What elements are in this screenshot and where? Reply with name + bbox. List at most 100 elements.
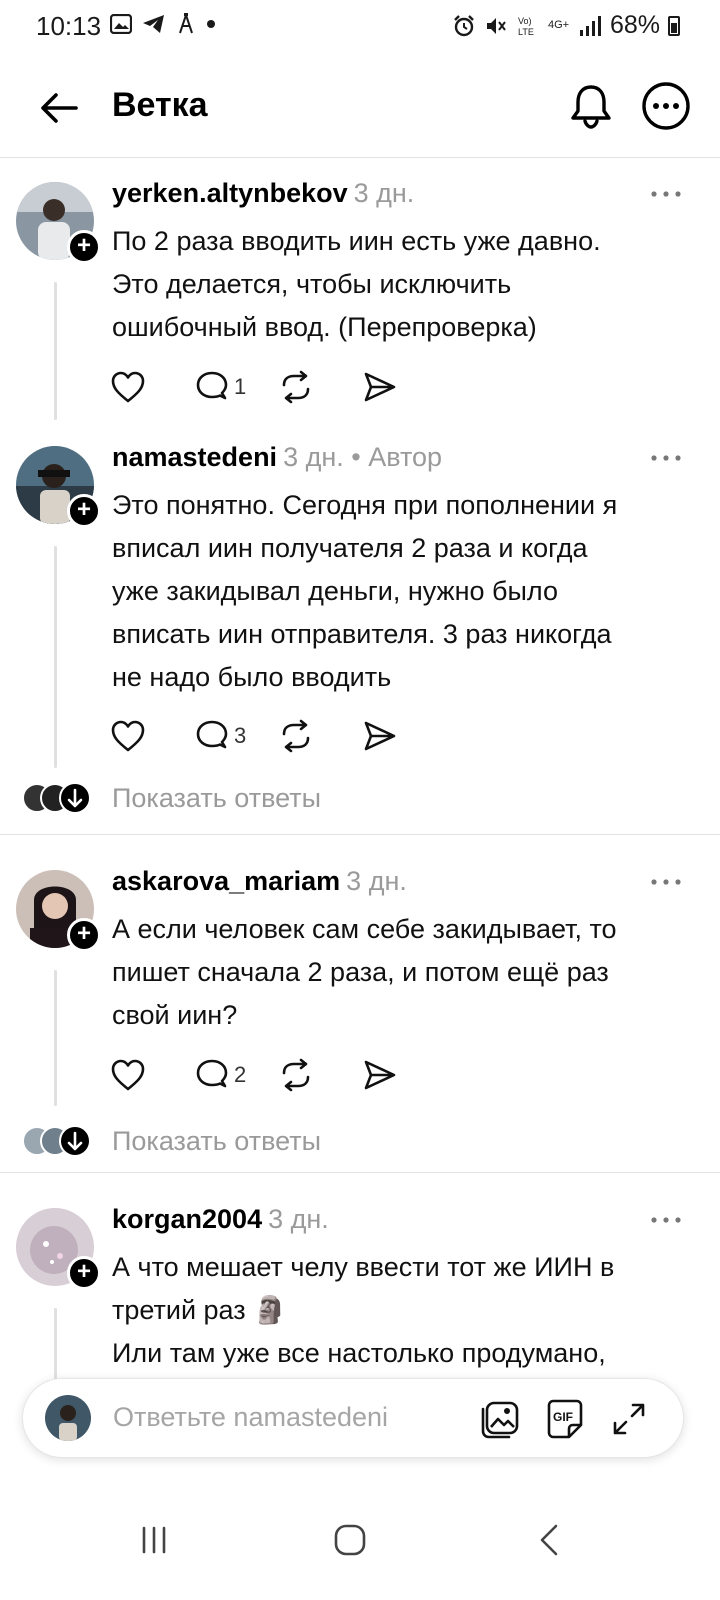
thread-post[interactable]: + askarova_mariam 3 дн. А если человек са… xyxy=(0,846,720,1110)
home-button[interactable] xyxy=(320,1510,380,1570)
more-horizontal-icon xyxy=(642,82,690,130)
recent-apps-icon xyxy=(142,1526,166,1554)
follow-plus-button[interactable]: + xyxy=(67,494,101,528)
post-more-icon[interactable] xyxy=(648,184,684,204)
gif-label: GIF xyxy=(553,1410,573,1424)
svg-text:LTE: LTE xyxy=(518,27,534,37)
post-more-icon[interactable] xyxy=(648,1210,684,1230)
post-text: А что мешает челу ввести тот же ИИН в тр… xyxy=(112,1252,615,1368)
section-divider xyxy=(0,834,720,835)
post-meta: askarova_mariam 3 дн. xyxy=(112,866,407,897)
comment-icon xyxy=(196,1059,228,1088)
like-button[interactable] xyxy=(110,719,164,753)
mute-icon xyxy=(486,17,506,34)
battery-icon xyxy=(668,15,680,36)
battery-percent: 68% xyxy=(609,11,660,39)
thread-post[interactable]: + korgan2004 3 дн. А что мешает челу ввес… xyxy=(0,1184,720,1380)
recent-apps-button[interactable] xyxy=(124,1510,184,1570)
network-type: 4G+ xyxy=(547,19,570,31)
telegram-icon xyxy=(143,15,164,33)
post-username[interactable]: korgan2004 xyxy=(112,1204,262,1234)
reply-count: 3 xyxy=(234,723,247,748)
post-username[interactable]: namastedeni xyxy=(112,442,277,472)
post-time: 3 дн. xyxy=(268,1204,329,1234)
reply-count: 1 xyxy=(234,374,247,399)
svg-text:Vo): Vo) xyxy=(518,16,532,26)
repost-icon xyxy=(282,370,310,404)
image-icon xyxy=(481,1401,519,1439)
expand-icon xyxy=(613,1403,645,1435)
like-button[interactable] xyxy=(110,1058,164,1092)
follow-plus-button[interactable]: + xyxy=(67,230,101,264)
post-more-icon[interactable] xyxy=(648,448,684,468)
post-username[interactable]: yerken.altynbekov xyxy=(112,178,348,208)
repost-button[interactable] xyxy=(278,370,332,404)
attach-image-button[interactable] xyxy=(479,1397,523,1441)
post-username[interactable]: askarova_mariam xyxy=(112,866,340,896)
home-icon xyxy=(334,1524,366,1556)
share-button[interactable] xyxy=(362,1058,398,1092)
share-button[interactable] xyxy=(362,719,398,753)
status-time: 10:13 xyxy=(36,11,102,41)
post-time: 3 дн. xyxy=(353,178,415,208)
bell-icon xyxy=(571,85,611,129)
gif-icon: GIF xyxy=(547,1399,583,1439)
reply-avatars xyxy=(22,1125,91,1157)
author-tag: • Автор xyxy=(343,442,443,472)
thread-line xyxy=(54,1308,57,1380)
send-icon xyxy=(364,372,396,402)
show-replies-label[interactable]: Показать ответы xyxy=(112,1126,321,1157)
gif-button[interactable]: GIF xyxy=(543,1397,587,1441)
expand-button[interactable] xyxy=(607,1397,651,1441)
app-notification-icon xyxy=(179,13,193,34)
repost-button[interactable] xyxy=(278,1058,332,1092)
notifications-button[interactable] xyxy=(565,80,617,132)
reply-button[interactable]: 2 xyxy=(194,1058,248,1092)
send-icon xyxy=(364,721,396,751)
signal-icon xyxy=(579,15,601,36)
reply-button[interactable]: 3 xyxy=(194,719,248,753)
section-divider xyxy=(0,1172,720,1173)
send-icon xyxy=(364,1060,396,1090)
show-replies-label[interactable]: Показать ответы xyxy=(112,783,321,814)
thread-post[interactable]: + namastedeni 3 дн. • Автор Это понятно. … xyxy=(0,422,720,772)
comment-icon xyxy=(196,371,228,400)
post-actions: 2 xyxy=(110,1058,428,1092)
reply-input[interactable] xyxy=(113,1397,453,1437)
show-replies-row[interactable]: Показать ответы xyxy=(0,773,720,823)
repost-button[interactable] xyxy=(278,719,332,753)
follow-plus-button[interactable]: + xyxy=(67,1256,101,1290)
post-time: 3 дн. xyxy=(346,866,407,896)
system-back-button[interactable] xyxy=(520,1510,580,1570)
repost-icon xyxy=(282,1058,310,1092)
post-more-icon[interactable] xyxy=(648,872,684,892)
thread-line xyxy=(54,546,57,768)
reply-button[interactable]: 1 xyxy=(194,370,248,404)
post-meta: korgan2004 3 дн. xyxy=(112,1204,329,1235)
like-button[interactable] xyxy=(110,370,164,404)
heart-icon xyxy=(111,1059,145,1091)
more-options-button[interactable] xyxy=(640,80,692,132)
post-time: 3 дн. xyxy=(283,442,344,472)
status-bar: 10:13 Vo) LTE 4G+ 68% xyxy=(0,0,720,52)
chevron-left-icon xyxy=(540,1524,558,1556)
dot-icon xyxy=(207,20,215,28)
reply-avatars xyxy=(22,782,91,814)
back-button[interactable] xyxy=(36,84,84,132)
page-title: Ветка xyxy=(112,86,208,124)
show-replies-row[interactable]: Показать ответы xyxy=(0,1116,720,1166)
thread-post[interactable]: + yerken.altynbekov 3 дн. По 2 раза вводи… xyxy=(0,158,720,424)
share-button[interactable] xyxy=(362,370,398,404)
volte-icon: Vo)LTE xyxy=(518,16,534,37)
post-meta: namastedeni 3 дн. • Автор xyxy=(112,442,442,473)
status-system-icons: Vo) LTE 4G+ 68% xyxy=(452,11,680,40)
reply-composer: GIF xyxy=(22,1378,684,1458)
post-meta: yerken.altynbekov 3 дн. xyxy=(112,178,414,209)
post-actions: 3 xyxy=(110,719,428,753)
heart-icon xyxy=(111,720,145,752)
arrow-left-icon xyxy=(41,93,78,123)
avatar-photo xyxy=(45,1395,91,1441)
follow-plus-button[interactable]: + xyxy=(67,918,101,952)
app-header: Ветка xyxy=(0,60,720,156)
heart-icon xyxy=(111,371,145,403)
